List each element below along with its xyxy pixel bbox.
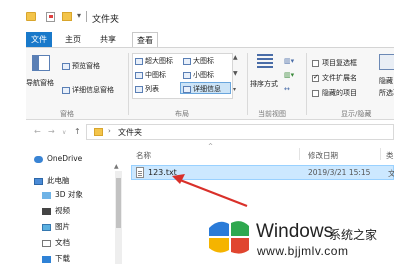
windows-logo-icon: [209, 221, 249, 254]
watermark-brand: Windows: [256, 221, 334, 242]
annotation-arrowhead: [172, 174, 185, 184]
annotation-arrow-shaft: [179, 178, 248, 208]
watermark-url: www.bjjmlv.com: [257, 244, 349, 258]
watermark-cn: 系统之家: [329, 228, 378, 242]
watermark: Windows 系统之家 www.bjjmlv.com: [201, 212, 394, 264]
